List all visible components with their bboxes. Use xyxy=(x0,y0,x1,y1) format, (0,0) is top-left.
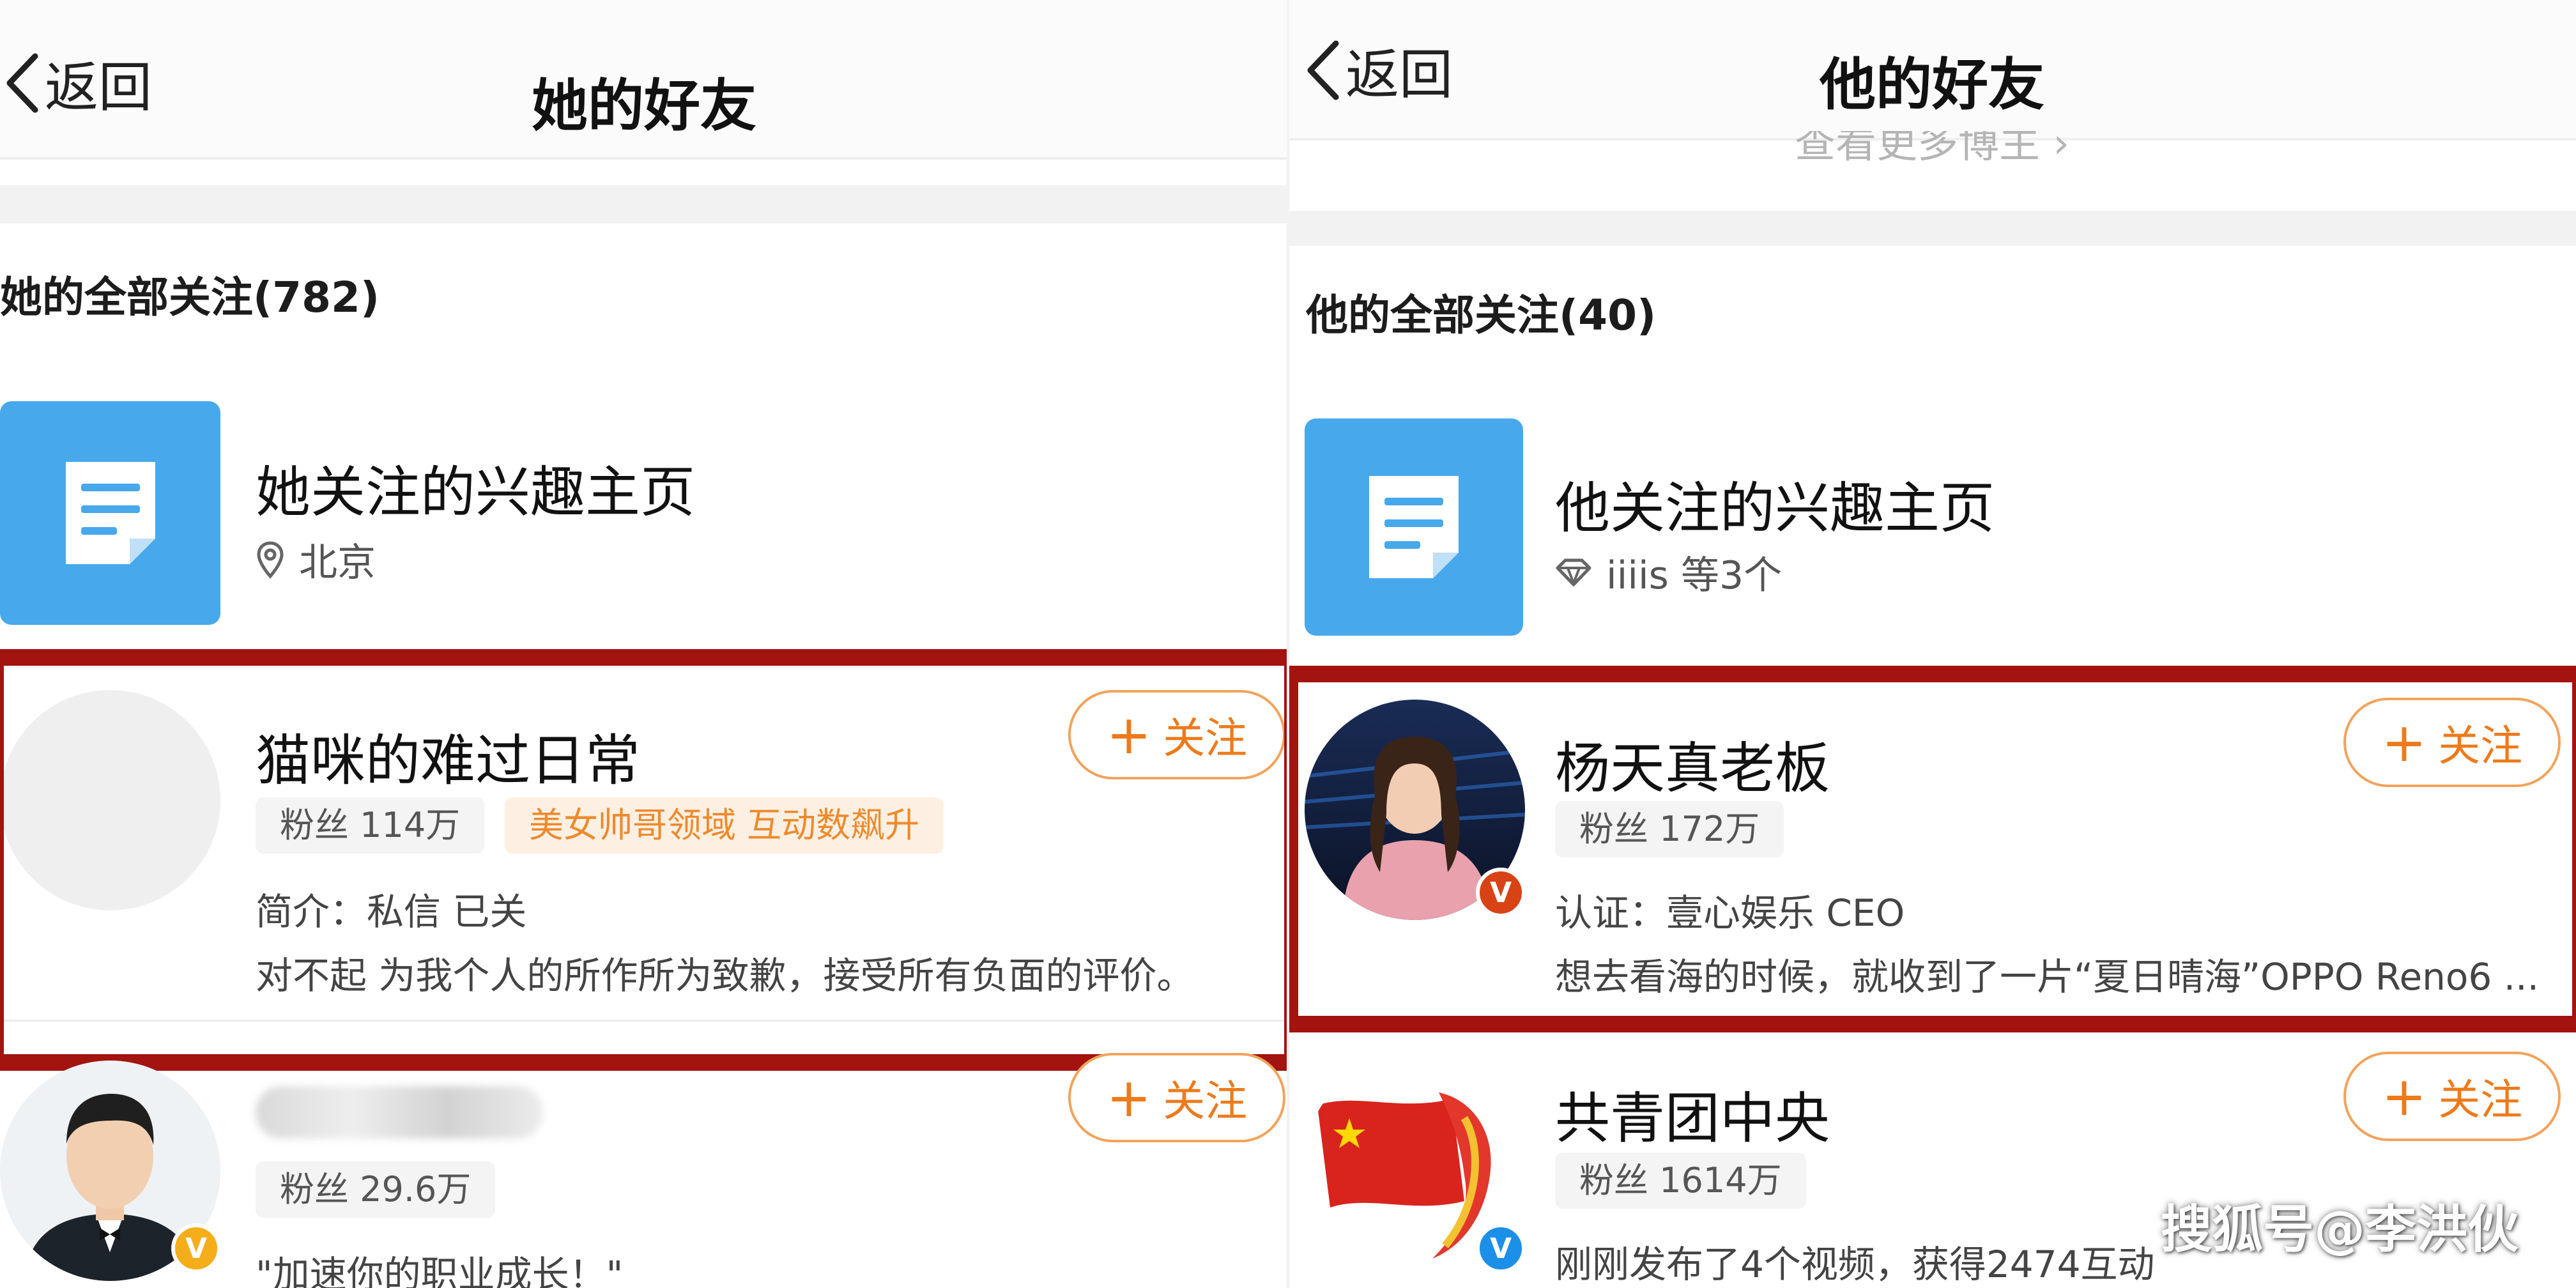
nav-bar: 返回 她的好友 xyxy=(0,0,1288,160)
left-screenshot-panel: 返回 她的好友 她的全部关注(782) 她关注的兴趣主页 北京 猫咪的难过日常 … xyxy=(0,0,1288,1288)
document-icon xyxy=(65,462,155,564)
interest-page-meta: 北京 xyxy=(256,532,376,587)
user-name[interactable]: 共青团中央 xyxy=(1555,1073,1830,1153)
verified-badge-icon: V xyxy=(171,1223,221,1273)
more-bloggers-link[interactable]: 查看更多博主 › xyxy=(1288,131,2576,167)
fans-count-badge: 粉丝 29.6万 xyxy=(256,1162,496,1218)
interest-page-meta: iiiis 等3个 xyxy=(1555,544,1782,600)
following-count-title: 她的全部关注(782) xyxy=(0,273,380,322)
interest-page-icon[interactable] xyxy=(0,401,220,625)
verified-badge-icon: V xyxy=(1476,1223,1526,1273)
user-intro: 刚刚发布了4个视频，获得2474互动 xyxy=(1555,1243,2155,1286)
interest-page-icon[interactable] xyxy=(1305,418,1523,636)
user-name-blurred[interactable] xyxy=(256,1086,543,1138)
follow-button[interactable]: + 关注 xyxy=(1068,1053,1285,1142)
section-divider xyxy=(0,185,1288,224)
highlight-box xyxy=(1288,666,2576,1032)
interest-meta-text: iiiis 等3个 xyxy=(1606,553,1782,598)
document-icon xyxy=(1369,476,1459,578)
location-pin-icon xyxy=(256,540,285,579)
fans-count-badge: 粉丝 1614万 xyxy=(1555,1153,1806,1209)
highlight-box xyxy=(0,649,1288,1071)
plus-icon: + xyxy=(2381,1065,2427,1128)
plus-icon: + xyxy=(1106,1066,1152,1129)
user-intro: "加速你的职业成长！" xyxy=(256,1253,624,1288)
section-divider xyxy=(1288,211,2576,246)
follow-label: 关注 xyxy=(1163,1077,1248,1126)
following-count-title: 他的全部关注(40) xyxy=(1306,291,1657,340)
panel-divider xyxy=(1287,0,1289,1288)
page-title: 她的好友 xyxy=(531,73,756,139)
interest-meta-text: 北京 xyxy=(299,540,376,585)
follow-label: 关注 xyxy=(2438,1075,2523,1124)
interest-page-title[interactable]: 她关注的兴趣主页 xyxy=(256,447,695,527)
page-title: 他的好友 xyxy=(1819,52,2044,118)
interest-page-title[interactable]: 他关注的兴趣主页 xyxy=(1555,463,1995,543)
watermark: 搜狐号@李洪伙 xyxy=(2161,1200,2518,1259)
diamond-icon xyxy=(1555,558,1592,587)
right-screenshot-panel: 返回 他的好友 查看更多博主 › 他的全部关注(40) 他关注的兴趣主页 iii… xyxy=(1288,0,2576,1288)
follow-button[interactable]: + 关注 xyxy=(2343,1052,2561,1141)
nav-bar: 返回 他的好友 xyxy=(1288,0,2576,141)
